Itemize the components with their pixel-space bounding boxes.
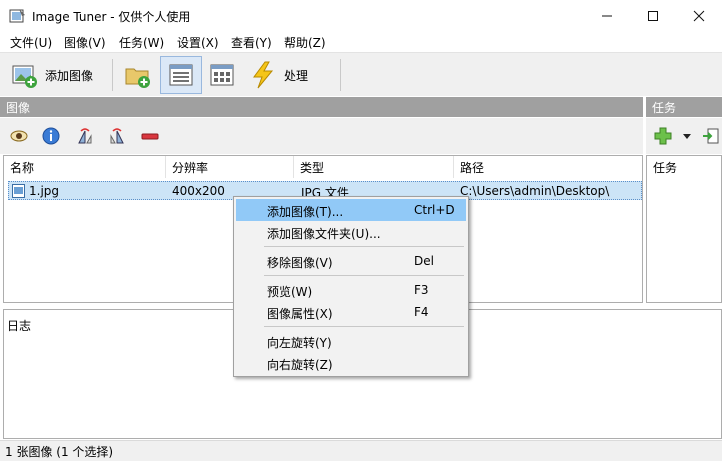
menu-item-label: 图像属性(X) — [267, 307, 333, 321]
status-bar: 1 张图像 (1 个选择) — [0, 440, 722, 461]
title-bar: Image Tuner - 仅供个人使用 — [0, 0, 722, 32]
column-header-name[interactable]: 名称 — [4, 156, 166, 178]
cell-path: C:\Users\admin\Desktop\ — [460, 184, 610, 198]
thumbnail-view-button[interactable] — [204, 56, 240, 94]
menu-item-label: 向右旋转(Z) — [267, 358, 333, 372]
menu-item-label: 添加图像(T)... — [267, 205, 344, 219]
rotate-right-button[interactable] — [108, 127, 126, 145]
menu-item-label: 添加图像文件夹(U)... — [267, 227, 381, 241]
add-task-dropdown[interactable] — [682, 130, 692, 140]
images-panel-header: 图像 — [0, 97, 643, 117]
log-label: 日志 — [7, 319, 32, 333]
context-menu-properties[interactable]: 图像属性(X) F4 — [236, 301, 466, 323]
image-file-icon — [12, 184, 25, 198]
rotate-left-button[interactable] — [76, 127, 94, 145]
close-icon — [693, 10, 705, 22]
process-label: 处理 — [284, 68, 309, 83]
context-menu-rotate-left[interactable]: 向左旋转(Y) — [236, 330, 466, 352]
menu-separator — [264, 275, 464, 276]
rotate-right-icon — [110, 128, 124, 144]
menu-separator — [264, 246, 464, 247]
add-task-button[interactable] — [654, 127, 672, 145]
column-header-path[interactable]: 路径 — [454, 156, 642, 178]
details-view-button[interactable] — [160, 56, 202, 94]
context-menu-add-folder[interactable]: 添加图像文件夹(U)... — [236, 221, 466, 243]
tasks-panel-header: 任务 — [646, 97, 722, 117]
close-button[interactable] — [676, 0, 722, 32]
column-header-resolution[interactable]: 分辨率 — [166, 156, 294, 178]
task-list[interactable]: 任务 — [646, 155, 722, 303]
remove-button[interactable] — [141, 127, 159, 145]
menu-item-shortcut: F3 — [414, 283, 429, 297]
preview-icon — [10, 130, 28, 142]
add-image-icon — [12, 65, 37, 88]
process-icon — [253, 61, 274, 89]
thumbnail-view-icon — [210, 64, 234, 86]
export-task-button[interactable] — [702, 127, 720, 145]
app-icon — [9, 7, 27, 25]
menu-view[interactable]: 查看(Y) — [231, 34, 272, 51]
images-toolbar — [0, 118, 643, 154]
remove-icon — [141, 133, 159, 140]
add-image-button[interactable]: 添加图像 — [8, 56, 104, 94]
menu-item-shortcut: Ctrl+D — [414, 203, 455, 217]
column-header-task[interactable]: 任务 — [647, 156, 721, 178]
add-folder-button[interactable] — [120, 56, 156, 94]
menu-bar: 文件(U) 图像(V) 任务(W) 设置(X) 查看(Y) 帮助(Z) — [0, 32, 722, 52]
details-view-icon — [169, 64, 193, 86]
context-menu-remove-image[interactable]: 移除图像(V) Del — [236, 250, 466, 272]
menu-settings[interactable]: 设置(X) — [177, 34, 219, 51]
process-button[interactable]: 处理 — [248, 56, 314, 94]
info-icon — [42, 127, 60, 145]
preview-button[interactable] — [10, 127, 28, 145]
main-toolbar: 添加图像 处理 — [0, 52, 722, 96]
add-folder-icon — [125, 68, 150, 88]
toolbar-separator — [340, 59, 341, 91]
context-menu-rotate-right[interactable]: 向右旋转(Z) — [236, 352, 466, 374]
minimize-button[interactable] — [584, 0, 630, 32]
tasks-toolbar — [646, 118, 722, 154]
menu-item-label: 移除图像(V) — [267, 256, 333, 270]
menu-separator — [264, 326, 464, 327]
menu-help[interactable]: 帮助(Z) — [284, 34, 326, 51]
add-task-icon — [654, 127, 672, 145]
maximize-icon — [648, 11, 658, 21]
context-menu: 添加图像(T)... Ctrl+D 添加图像文件夹(U)... 移除图像(V) … — [233, 196, 469, 377]
add-image-label: 添加图像 — [45, 68, 94, 83]
export-icon — [703, 128, 719, 144]
menu-item-label: 向左旋转(Y) — [267, 336, 332, 350]
info-button[interactable] — [42, 127, 60, 145]
menu-image[interactable]: 图像(V) — [64, 34, 106, 51]
context-menu-add-image[interactable]: 添加图像(T)... Ctrl+D — [236, 199, 466, 221]
minimize-icon — [602, 15, 612, 17]
menu-item-shortcut: F4 — [414, 305, 429, 319]
cell-name: 1.jpg — [29, 184, 60, 198]
dropdown-arrow-icon — [683, 134, 691, 139]
menu-task[interactable]: 任务(W) — [119, 34, 164, 51]
context-menu-preview[interactable]: 预览(W) F3 — [236, 279, 466, 301]
menu-item-shortcut: Del — [414, 254, 434, 268]
menu-item-label: 预览(W) — [267, 285, 313, 299]
rotate-left-icon — [78, 128, 92, 144]
menu-file[interactable]: 文件(U) — [10, 34, 52, 51]
toolbar-separator — [112, 59, 113, 91]
cell-resolution: 400x200 — [172, 184, 225, 198]
status-text: 1 张图像 (1 个选择) — [5, 445, 114, 459]
window-title: Image Tuner - 仅供个人使用 — [32, 10, 191, 24]
maximize-button[interactable] — [630, 0, 676, 32]
column-header-type[interactable]: 类型 — [294, 156, 454, 178]
